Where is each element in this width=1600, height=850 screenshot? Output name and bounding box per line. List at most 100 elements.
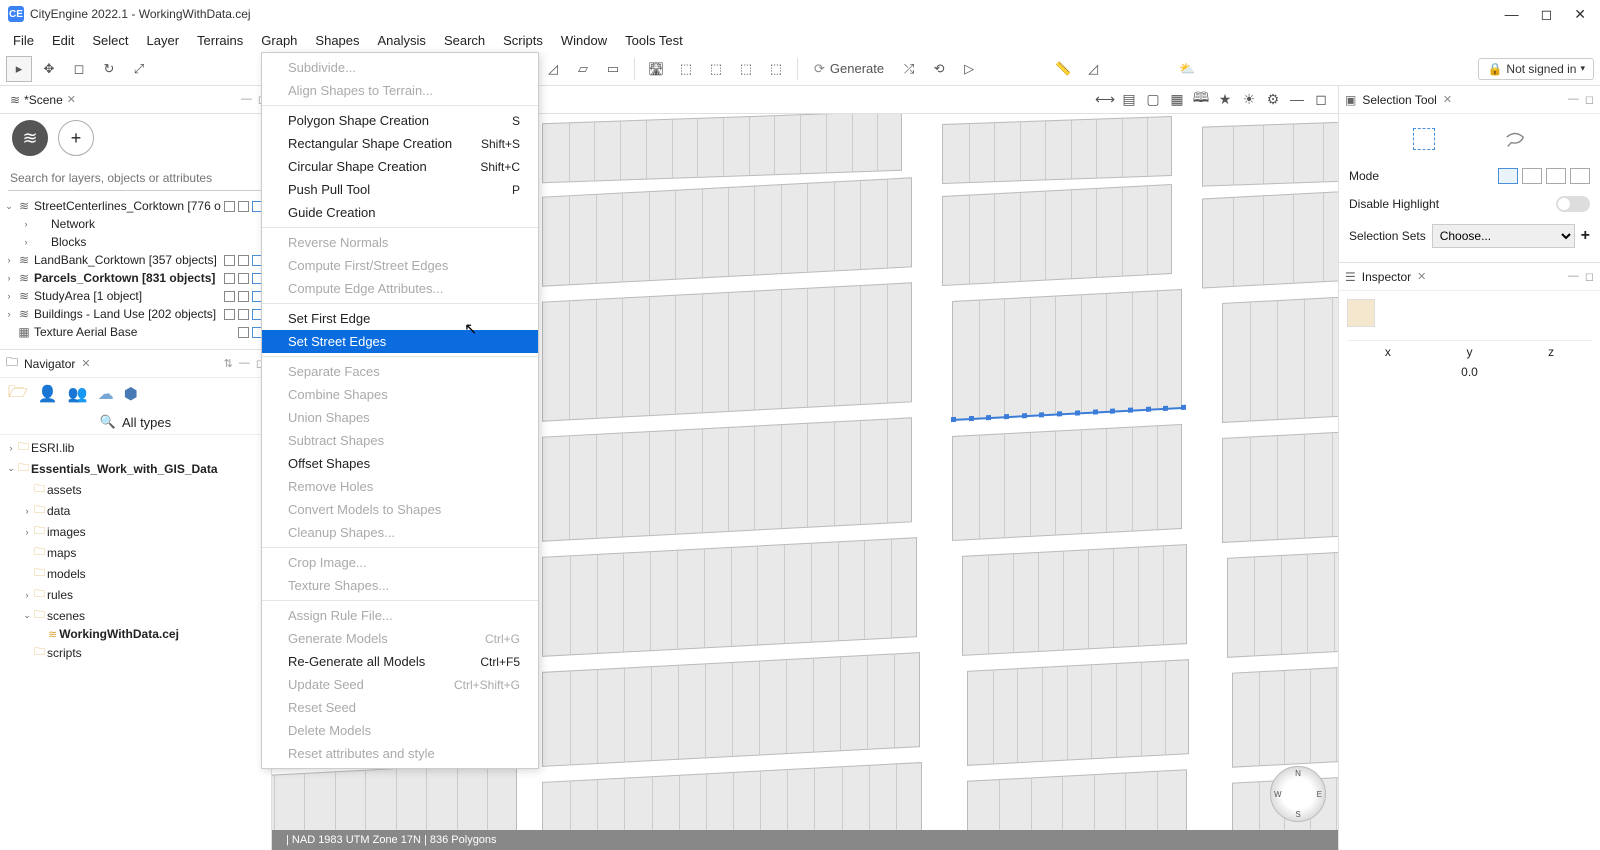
menu-edit[interactable]: Edit (43, 30, 83, 51)
rotate-tool-icon[interactable]: ↻ (96, 56, 122, 82)
marquee-select-icon[interactable] (1413, 128, 1435, 150)
panel-maximize-icon[interactable]: ◻ (1585, 270, 1594, 283)
coord-x-value[interactable] (1347, 363, 1429, 381)
scale-tool-icon[interactable]: ◻ (66, 56, 92, 82)
scene-tab[interactable]: ≋ *Scene ✕ (4, 91, 82, 109)
parcel-block[interactable] (952, 424, 1182, 541)
weather-icon[interactable]: ⛅ (1174, 56, 1200, 82)
nav-share-icon[interactable]: 👥 (68, 384, 88, 404)
tool-misc3-icon[interactable]: ▷ (956, 56, 982, 82)
layer-search-input[interactable] (8, 166, 263, 191)
nav-row[interactable]: ›🗀rules (4, 584, 267, 605)
parcel-block[interactable] (542, 537, 917, 657)
vp-gear-icon[interactable]: ⚙ (1262, 89, 1284, 109)
tool-misc2-icon[interactable]: ⟲ (926, 56, 952, 82)
menu-scripts[interactable]: Scripts (494, 30, 552, 51)
compass-icon[interactable]: EW (1270, 766, 1326, 822)
menu-graph[interactable]: Graph (252, 30, 306, 51)
maximize-button[interactable]: ◻ (1541, 6, 1553, 23)
menu-item-set-street-edges[interactable]: Set Street Edges (262, 330, 538, 353)
menu-item-polygon-shape-creation[interactable]: Polygon Shape CreationS (262, 109, 538, 132)
menu-search[interactable]: Search (435, 30, 494, 51)
vp-min-icon[interactable]: — (1286, 89, 1308, 109)
tab-close-icon[interactable]: ✕ (67, 93, 76, 106)
parcel-block[interactable] (1232, 663, 1338, 767)
shape-tool-icon[interactable]: ◿ (540, 56, 566, 82)
menu-terrains[interactable]: Terrains (188, 30, 252, 51)
generate-button[interactable]: ⟳ Generate (806, 58, 892, 80)
layer-row[interactable]: ›≋Buildings - Land Use [202 objects] (0, 305, 271, 323)
nav-row[interactable]: ⌄🗀Essentials_Work_with_GIS_Data (4, 458, 267, 479)
nav-row[interactable]: ›🗀images (4, 521, 267, 542)
nav-row[interactable]: 🗀scripts (4, 642, 267, 663)
signin-button[interactable]: 🔒 Not signed in ▾ (1478, 58, 1594, 80)
parcel-block[interactable] (542, 417, 912, 541)
parcel-block[interactable] (1202, 187, 1338, 288)
vp-frame-icon[interactable]: ▢ (1142, 89, 1164, 109)
panel-close-icon[interactable]: ✕ (1417, 270, 1426, 283)
parcel-block[interactable] (542, 282, 912, 421)
tool-misc1-icon[interactable]: ⤮ (896, 56, 922, 82)
layer-row[interactable]: ›≋StudyArea [1 object] (0, 287, 271, 305)
vp-star-icon[interactable]: ★ (1214, 89, 1236, 109)
layer-row[interactable]: ›≋LandBank_Corktown [357 objects] (0, 251, 271, 269)
nav-row[interactable]: 🗀assets (4, 479, 267, 500)
transform-tool-icon[interactable]: ⤢ (126, 56, 152, 82)
link-icon[interactable]: ⇅ (224, 357, 233, 370)
vp-max-icon[interactable]: ◻ (1310, 89, 1332, 109)
parcel-block[interactable] (1222, 293, 1338, 423)
parcel-block[interactable] (1202, 119, 1338, 186)
menu-item-re-generate-all-models[interactable]: Re-Generate all ModelsCtrl+F5 (262, 650, 538, 673)
select-tool-icon[interactable]: ▸ (6, 56, 32, 82)
nav-user-icon[interactable]: 👤 (38, 384, 58, 404)
vp-sun-icon[interactable]: ☀ (1238, 89, 1260, 109)
street-tool3-icon[interactable]: ⬚ (703, 56, 729, 82)
nav-row[interactable]: ›🗀data (4, 500, 267, 521)
parcel-block[interactable] (967, 769, 1187, 830)
inspector-thumbnail[interactable] (1347, 299, 1375, 327)
move-tool-icon[interactable]: ✥ (36, 56, 62, 82)
parcel-block[interactable] (272, 762, 517, 830)
parcel-block[interactable] (542, 177, 912, 286)
parcel-block[interactable] (942, 116, 1172, 184)
nav-row[interactable]: ≋WorkingWithData.cej (4, 626, 267, 642)
minimize-button[interactable]: — (1505, 6, 1519, 23)
nav-row[interactable]: ⌄🗀scenes (4, 605, 267, 626)
add-layer-button[interactable]: + (58, 120, 94, 156)
menu-item-rectangular-shape-creation[interactable]: Rectangular Shape CreationShift+S (262, 132, 538, 155)
nav-row[interactable]: 🗀maps (4, 542, 267, 563)
nav-folder-icon[interactable]: 🗁 (8, 381, 28, 408)
menu-analysis[interactable]: Analysis (369, 30, 435, 51)
navigator-close-icon[interactable]: ✕ (81, 357, 90, 370)
panel-close-icon[interactable]: ✕ (1443, 93, 1452, 106)
street-tool-icon[interactable]: 🛣 (643, 56, 669, 82)
menu-file[interactable]: File (4, 30, 43, 51)
parcel-block[interactable] (952, 289, 1182, 421)
menu-item-guide-creation[interactable]: Guide Creation (262, 201, 538, 224)
street-tool4-icon[interactable]: ⬚ (733, 56, 759, 82)
parcel-block[interactable] (1227, 548, 1338, 658)
parcel-block[interactable] (942, 184, 1172, 286)
menu-select[interactable]: Select (83, 30, 137, 51)
menu-window[interactable]: Window (552, 30, 616, 51)
coord-z-value[interactable] (1510, 363, 1592, 381)
close-button[interactable]: ✕ (1574, 6, 1586, 23)
menu-item-push-pull-tool[interactable]: Push Pull ToolP (262, 178, 538, 201)
layer-row[interactable]: ›Network (0, 215, 271, 233)
nav-row[interactable]: ›🗀ESRI.lib (4, 437, 267, 458)
parcel-block[interactable] (1222, 428, 1338, 543)
vp-book-icon[interactable]: 🕮 (1190, 89, 1212, 109)
parcel-block[interactable] (542, 114, 902, 183)
panel-minimize-icon[interactable]: — (241, 93, 252, 106)
nav-cloud-icon[interactable]: ☁ (98, 384, 114, 404)
vp-layers-icon[interactable]: ▤ (1118, 89, 1140, 109)
add-selection-set-button[interactable]: + (1581, 227, 1590, 245)
vp-link-icon[interactable]: ⟷ (1094, 89, 1116, 109)
layer-row[interactable]: ›Blocks (0, 233, 271, 251)
parcel-block[interactable] (542, 762, 922, 830)
menu-shapes[interactable]: Shapes (306, 30, 368, 51)
street-tool5-icon[interactable]: ⬚ (763, 56, 789, 82)
panel-maximize-icon[interactable]: ◻ (1585, 93, 1594, 106)
menu-tools-test[interactable]: Tools Test (616, 30, 692, 51)
layer-row[interactable]: ⌄≋StreetCenterlines_Corktown [776 o (0, 197, 271, 215)
